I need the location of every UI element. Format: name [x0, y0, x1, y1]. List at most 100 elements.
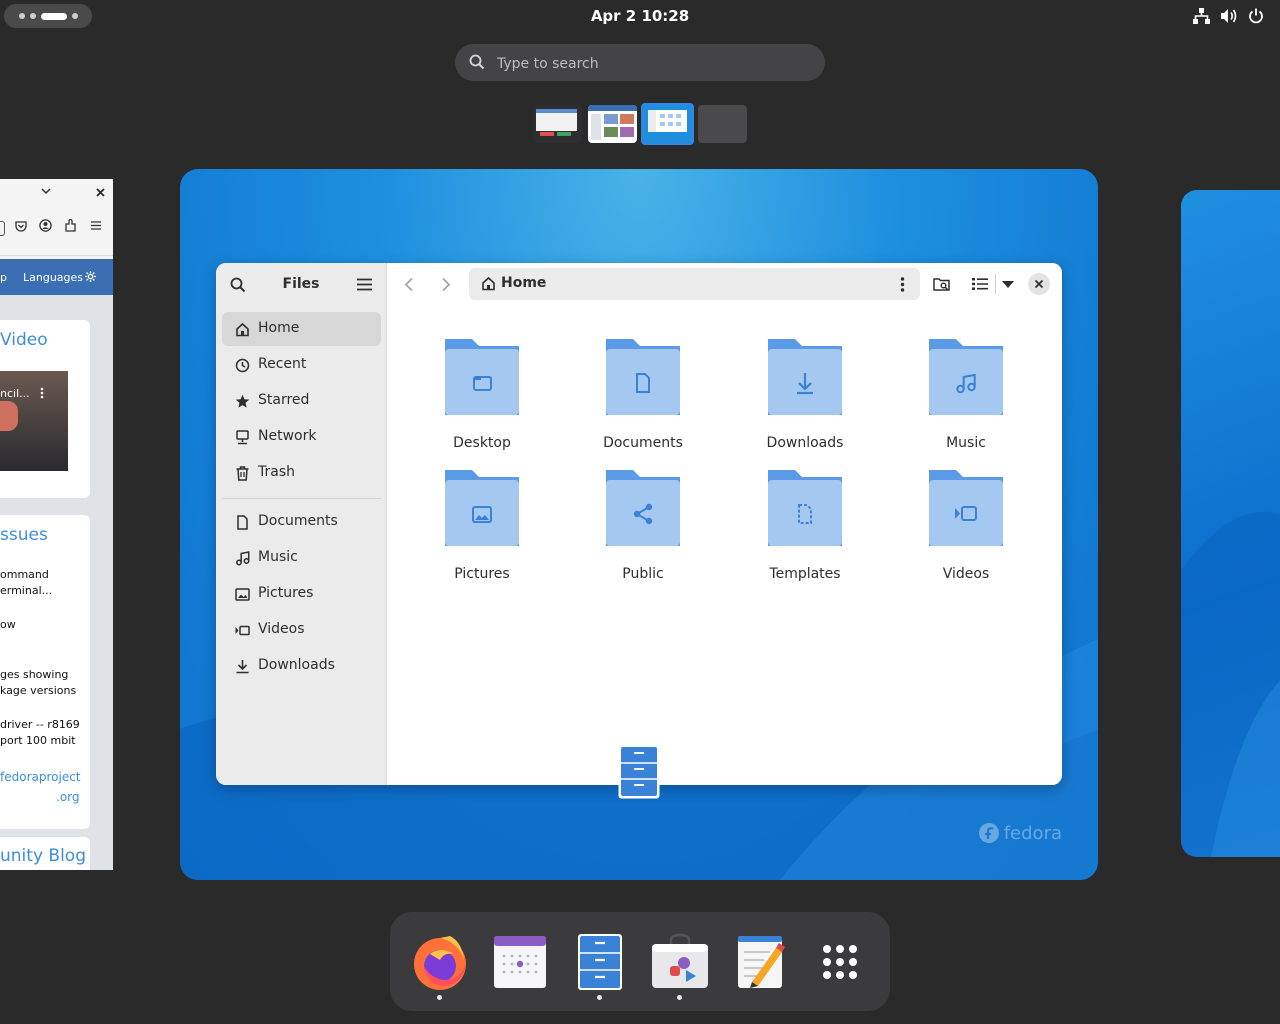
folder-downloads[interactable]: Downloads: [740, 337, 870, 457]
video-card: Video ncil...: [0, 320, 90, 498]
sidebar-item-videos[interactable]: Videos: [222, 613, 381, 647]
folder-videos[interactable]: Videos: [901, 468, 1031, 588]
extensions-icon[interactable]: [65, 219, 77, 232]
sidebar-item-label: Pictures: [258, 585, 314, 601]
search-icon[interactable]: [230, 277, 246, 293]
next-workspace-preview[interactable]: [1181, 190, 1280, 857]
power-icon: [1248, 8, 1264, 24]
running-indicator: [597, 995, 602, 1000]
folder-templates[interactable]: Templates: [740, 468, 870, 588]
folder-desktop[interactable]: Desktop: [417, 337, 547, 457]
video-thumbnail[interactable]: ncil...: [0, 371, 68, 471]
folder-documents[interactable]: Documents: [578, 337, 708, 457]
calendar-app[interactable]: [490, 932, 550, 992]
search-input[interactable]: [495, 44, 809, 83]
sidebar-item-pictures[interactable]: Pictures: [222, 577, 381, 611]
workspace-thumbnail-2[interactable]: [588, 105, 637, 143]
search-bar[interactable]: [455, 44, 825, 83]
folder-icon: [445, 339, 519, 415]
firefox-icon: [414, 936, 466, 990]
activities-button[interactable]: [4, 4, 92, 28]
document-icon: [606, 339, 680, 415]
fedoraproject-link[interactable]: .org: [56, 789, 80, 805]
active-workspace-pill: [40, 12, 67, 20]
sidebar-item-label: Home: [258, 320, 300, 336]
account-icon[interactable]: [39, 219, 52, 232]
more-vertical-icon[interactable]: [900, 277, 905, 292]
sidebar-item-trash[interactable]: Trash: [222, 456, 381, 490]
nav-fragment[interactable]: p: [0, 271, 7, 284]
video-title: ncil...: [0, 387, 30, 400]
folder-pictures[interactable]: Pictures: [417, 468, 547, 588]
download-icon: [768, 339, 842, 415]
folder-label: Videos: [942, 566, 990, 582]
network-icon: [1193, 8, 1210, 24]
menu-icon[interactable]: [91, 221, 101, 230]
sidebar-item-recent[interactable]: Recent: [222, 348, 381, 382]
system-tray[interactable]: [1193, 8, 1264, 24]
issue-text[interactable]: driver -- r8169: [0, 717, 80, 733]
text-editor-app[interactable]: [730, 932, 790, 992]
toolbar-divider: [995, 274, 996, 294]
trash-icon: [235, 466, 250, 481]
close-icon[interactable]: [96, 188, 105, 197]
workspace-thumbnail-1[interactable]: [533, 105, 582, 143]
issue-text[interactable]: ges showing: [0, 667, 68, 683]
picture-icon: [445, 470, 519, 546]
files-window[interactable]: Files Home Recent Starred Network Trash: [216, 263, 1062, 785]
fedora-logo: fedora: [978, 822, 1062, 844]
files-sidebar: Files Home Recent Starred Network Trash: [216, 263, 387, 785]
view-options-dropdown-icon[interactable]: [1002, 281, 1014, 288]
folder-public[interactable]: Public: [578, 468, 708, 588]
close-button[interactable]: [1028, 273, 1050, 295]
sidebar-item-starred[interactable]: Starred: [222, 384, 381, 418]
app-title: Files: [282, 276, 320, 292]
issue-text[interactable]: ommand: [0, 567, 49, 583]
issue-text[interactable]: kage versions: [0, 683, 76, 699]
pocket-icon[interactable]: [15, 220, 27, 232]
location-label: Home: [501, 275, 547, 291]
site-navigation: p Languages: [0, 259, 113, 295]
card-heading: Video: [0, 330, 48, 350]
list-view-icon[interactable]: [972, 277, 988, 291]
browser-window-preview[interactable]: p Languages Video ncil... ssues ommand e…: [0, 179, 113, 870]
back-button[interactable]: [404, 277, 414, 292]
card-heading: unity Blog: [0, 846, 86, 866]
issue-text[interactable]: ow: [0, 617, 16, 633]
running-indicator: [677, 995, 682, 1000]
sidebar-item-network[interactable]: Network: [222, 420, 381, 454]
software-app[interactable]: [650, 932, 710, 992]
files-app[interactable]: [570, 932, 630, 992]
show-apps-button[interactable]: [810, 932, 870, 992]
sidebar-item-downloads[interactable]: Downloads: [222, 649, 381, 683]
folder-label: Downloads: [766, 435, 844, 451]
sidebar-item-home[interactable]: Home: [222, 312, 381, 346]
folder-music[interactable]: Music: [901, 337, 1031, 457]
sidebar-item-label: Documents: [258, 513, 338, 529]
workspace-thumbnail-empty[interactable]: [698, 105, 747, 143]
music-icon: [235, 551, 250, 566]
issue-text[interactable]: erminal...: [0, 583, 52, 599]
search-folder-icon[interactable]: [933, 276, 951, 292]
gear-icon[interactable]: [85, 271, 96, 282]
files-main-view: Home Desktop Documents Downloads Music P…: [387, 263, 1062, 785]
workspace-dot: [29, 13, 36, 19]
star-icon: [235, 394, 250, 409]
top-bar: Apr 2 10:28: [0, 0, 1280, 32]
forward-button[interactable]: [441, 277, 451, 292]
workspace-thumbnail-3[interactable]: [641, 103, 694, 145]
languages-link[interactable]: Languages: [23, 271, 83, 284]
sidebar-item-music[interactable]: Music: [222, 541, 381, 575]
app-grid-icon: [823, 945, 857, 979]
sidebar-item-documents[interactable]: Documents: [222, 505, 381, 539]
fedoraproject-link[interactable]: fedoraproject: [0, 769, 81, 785]
folder-label: Documents: [603, 435, 683, 451]
more-vertical-icon[interactable]: [40, 387, 44, 399]
folder-label: Templates: [769, 566, 841, 582]
firefox-app[interactable]: [410, 932, 470, 992]
chevron-down-icon[interactable]: [41, 188, 51, 195]
issue-text[interactable]: port 100 mbit: [0, 733, 76, 749]
clock[interactable]: Apr 2 10:28: [560, 7, 720, 25]
hamburger-menu-icon[interactable]: [357, 278, 372, 291]
location-bar[interactable]: Home: [469, 268, 920, 300]
